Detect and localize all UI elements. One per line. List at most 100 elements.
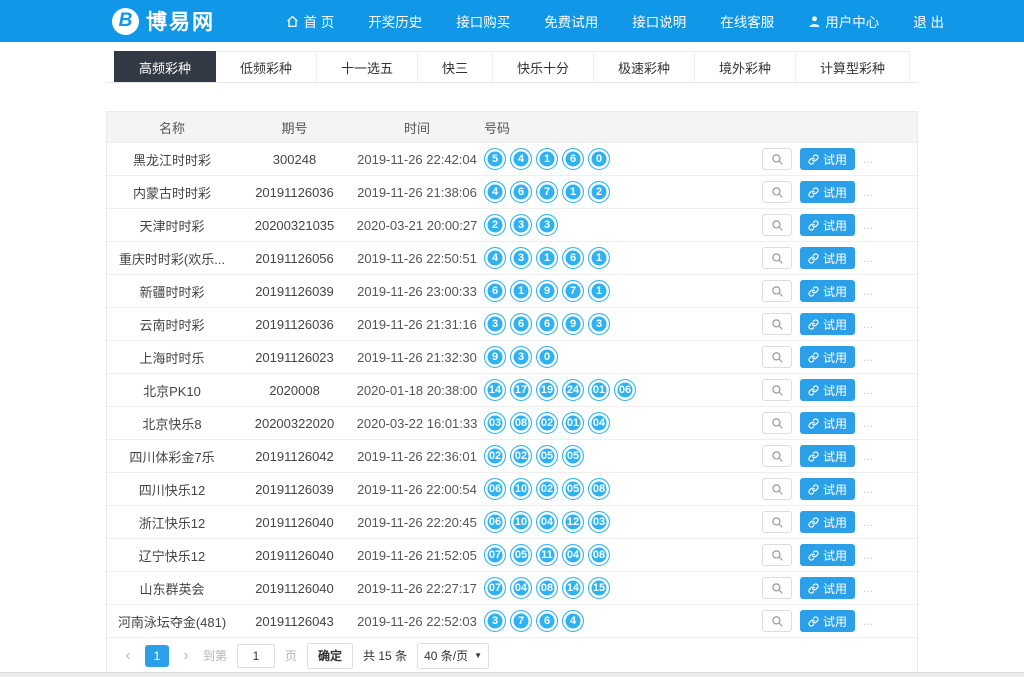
number-ball: 1: [562, 181, 584, 203]
trial-button[interactable]: 试用: [800, 247, 856, 269]
row-ellipsis: ...: [863, 548, 874, 562]
history-search-button[interactable]: [762, 148, 792, 170]
goto-page-input[interactable]: [237, 643, 276, 668]
prev-page-arrow[interactable]: ‹: [121, 647, 135, 665]
history-search-button[interactable]: [762, 181, 792, 203]
confirm-button[interactable]: 确定: [307, 642, 354, 669]
trial-button[interactable]: 试用: [800, 379, 856, 401]
draw-time: 2019-11-26 23:00:33: [357, 283, 477, 299]
trial-button[interactable]: 试用: [800, 214, 856, 236]
history-search-button[interactable]: [762, 214, 792, 236]
nav-online-service[interactable]: 在线客服: [720, 11, 774, 31]
issue-number: 20191126043: [255, 613, 334, 629]
nav-api-purchase[interactable]: 接口购买: [456, 11, 510, 31]
history-search-button[interactable]: [762, 280, 792, 302]
number-balls: 930: [484, 346, 762, 368]
tab-high-frequency[interactable]: 高频彩种: [113, 51, 216, 82]
history-search-button[interactable]: [762, 511, 792, 533]
link-icon: [808, 417, 819, 429]
nav-api-docs[interactable]: 接口说明: [632, 11, 686, 31]
trial-button[interactable]: 试用: [800, 511, 856, 533]
lottery-category-tabs: 高频彩种 低频彩种 十一选五 快三 快乐十分 极速彩种 境外彩种 计算型彩种: [106, 51, 918, 83]
trial-button[interactable]: 试用: [800, 610, 856, 632]
nav-logout[interactable]: 退 出: [913, 11, 944, 31]
per-page-select[interactable]: 40 条/页 ▼: [417, 642, 490, 669]
number-balls: 46712: [484, 181, 762, 203]
issue-number: 20200321035: [254, 217, 335, 233]
trial-button[interactable]: 试用: [800, 181, 856, 203]
history-search-button[interactable]: [762, 610, 792, 632]
next-page-arrow[interactable]: ›: [179, 647, 193, 665]
link-icon: [808, 384, 819, 396]
history-search-button[interactable]: [762, 478, 792, 500]
number-ball: 15: [588, 577, 610, 599]
issue-number: 20191126040: [255, 547, 334, 563]
lottery-name: 新疆时时彩: [139, 284, 205, 300]
number-ball: 06: [484, 478, 506, 500]
number-ball: 0: [588, 148, 610, 170]
issue-number: 20191126042: [255, 448, 334, 464]
tab-overseas[interactable]: 境外彩种: [695, 51, 797, 82]
number-ball: 17: [510, 379, 532, 401]
link-icon: [808, 252, 819, 264]
nav-free-trial[interactable]: 免费试用: [544, 11, 598, 31]
nav-home[interactable]: 首 页: [286, 11, 334, 31]
history-search-button[interactable]: [762, 313, 792, 335]
tab-11x5[interactable]: 十一选五: [316, 51, 418, 82]
nav-user-center[interactable]: 用户中心: [808, 11, 879, 31]
nav-logout-label: 退 出: [913, 15, 944, 30]
number-ball: 1: [536, 247, 558, 269]
number-ball: 24: [562, 379, 584, 401]
trial-button[interactable]: 试用: [800, 346, 856, 368]
col-header-name: 名称: [158, 120, 185, 136]
search-icon: [771, 186, 783, 198]
number-ball: 6: [536, 610, 558, 632]
trial-button[interactable]: 试用: [800, 313, 856, 335]
trial-button[interactable]: 试用: [800, 280, 856, 302]
tab-computed[interactable]: 计算型彩种: [796, 51, 911, 82]
nav-draw-history[interactable]: 开奖历史: [368, 11, 422, 31]
number-balls: 14 17 19 24 01 06: [484, 379, 762, 401]
history-search-button[interactable]: [762, 346, 792, 368]
trial-button[interactable]: 试用: [800, 478, 856, 500]
history-search-button[interactable]: [762, 577, 792, 599]
footer-strip: [0, 672, 1024, 677]
trial-button[interactable]: 试用: [800, 412, 856, 434]
main-nav: 首 页 开奖历史 接口购买 免费试用 接口说明 在线客服 用户中心 退 出: [286, 11, 944, 31]
tab-speed[interactable]: 极速彩种: [594, 51, 696, 82]
history-search-button[interactable]: [762, 544, 792, 566]
link-icon: [808, 483, 819, 495]
link-icon: [808, 351, 819, 363]
goto-label: 到第: [203, 649, 228, 663]
history-search-button[interactable]: [762, 379, 792, 401]
link-icon: [808, 153, 819, 165]
number-ball: 02: [536, 412, 558, 434]
row-ellipsis: ...: [863, 350, 874, 364]
search-icon: [771, 351, 783, 363]
trial-button[interactable]: 试用: [800, 577, 856, 599]
number-ball: 3: [484, 610, 506, 632]
trial-button[interactable]: 试用: [800, 445, 856, 467]
history-search-button[interactable]: [762, 412, 792, 434]
number-ball: 01: [588, 379, 610, 401]
trial-label: 试用: [823, 350, 848, 365]
row-ellipsis: ...: [863, 284, 874, 298]
draw-time: 2019-11-26 21:38:06: [357, 184, 477, 200]
trial-button[interactable]: 试用: [800, 544, 856, 566]
number-balls: 07 05 11 04 08: [484, 544, 762, 566]
history-search-button[interactable]: [762, 247, 792, 269]
tab-low-frequency[interactable]: 低频彩种: [215, 51, 317, 82]
site-logo[interactable]: B 博易网: [112, 6, 215, 36]
trial-button[interactable]: 试用: [800, 148, 856, 170]
pagination: ‹ 1 › 到第 页 确定 共 15 条 40 条/页 ▼: [107, 637, 917, 673]
search-icon: [771, 318, 783, 330]
page-number-button[interactable]: 1: [145, 644, 169, 667]
tab-happy10[interactable]: 快乐十分: [493, 51, 595, 82]
tab-kuai3[interactable]: 快三: [417, 51, 493, 82]
results-card: 名称 期号 时间 号码 黑龙江时时彩 300248 2019-11-26 22:…: [106, 111, 918, 674]
row-ellipsis: ...: [863, 614, 874, 628]
row-ellipsis: ...: [863, 152, 874, 166]
history-search-button[interactable]: [762, 445, 792, 467]
table-row: 云南时时彩 20191126036 2019-11-26 21:31:16 36…: [107, 307, 917, 340]
issue-number: 20191126036: [255, 316, 334, 332]
